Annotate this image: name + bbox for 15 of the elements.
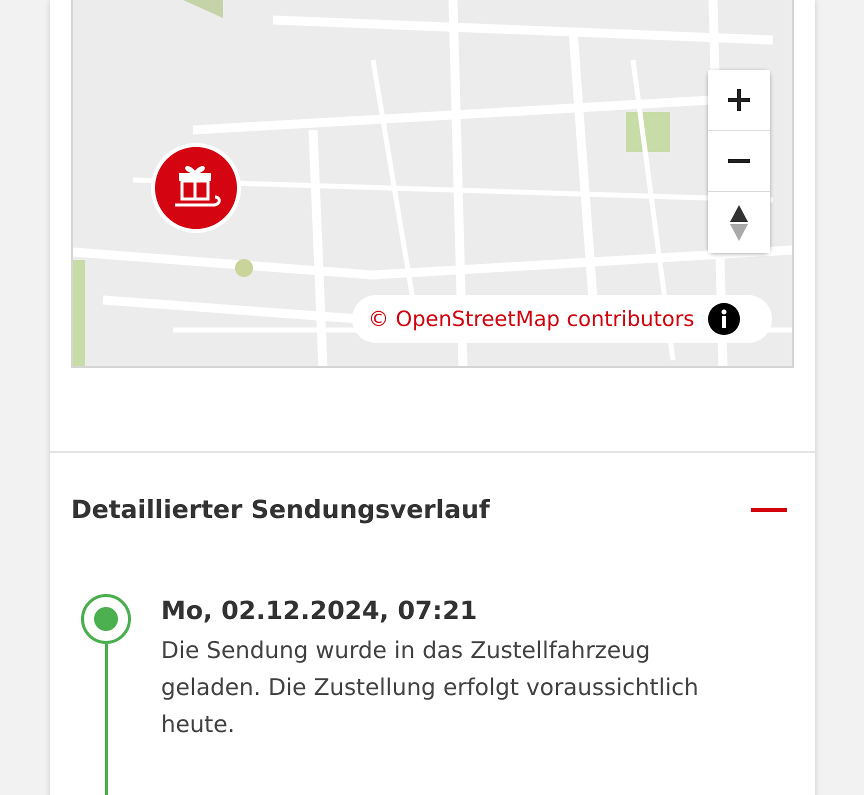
minus-icon	[751, 508, 787, 512]
event-date: Mo, 02.12.2024, 07:21	[161, 596, 478, 625]
zoom-in-button[interactable]	[708, 70, 770, 131]
zoom-out-button[interactable]	[708, 131, 770, 192]
compass-icon	[729, 202, 749, 242]
plus-icon	[725, 86, 753, 114]
attribution-link[interactable]: © OpenStreetMap contributors	[368, 307, 694, 331]
gift-sleigh-marker-icon[interactable]	[151, 143, 241, 233]
map[interactable]: © OpenStreetMap contributors	[71, 0, 794, 368]
section-title: Detaillierter Sendungsverlauf	[71, 495, 490, 524]
info-icon[interactable]	[708, 303, 740, 335]
collapse-button[interactable]	[751, 508, 787, 512]
compass-button[interactable]	[708, 192, 770, 253]
minus-icon	[728, 159, 750, 163]
event-description: Die Sendung wurde in das Zustellfahrzeug geladen. Die Zustellung erfolgt voraussichtlich heute.	[161, 637, 700, 740]
